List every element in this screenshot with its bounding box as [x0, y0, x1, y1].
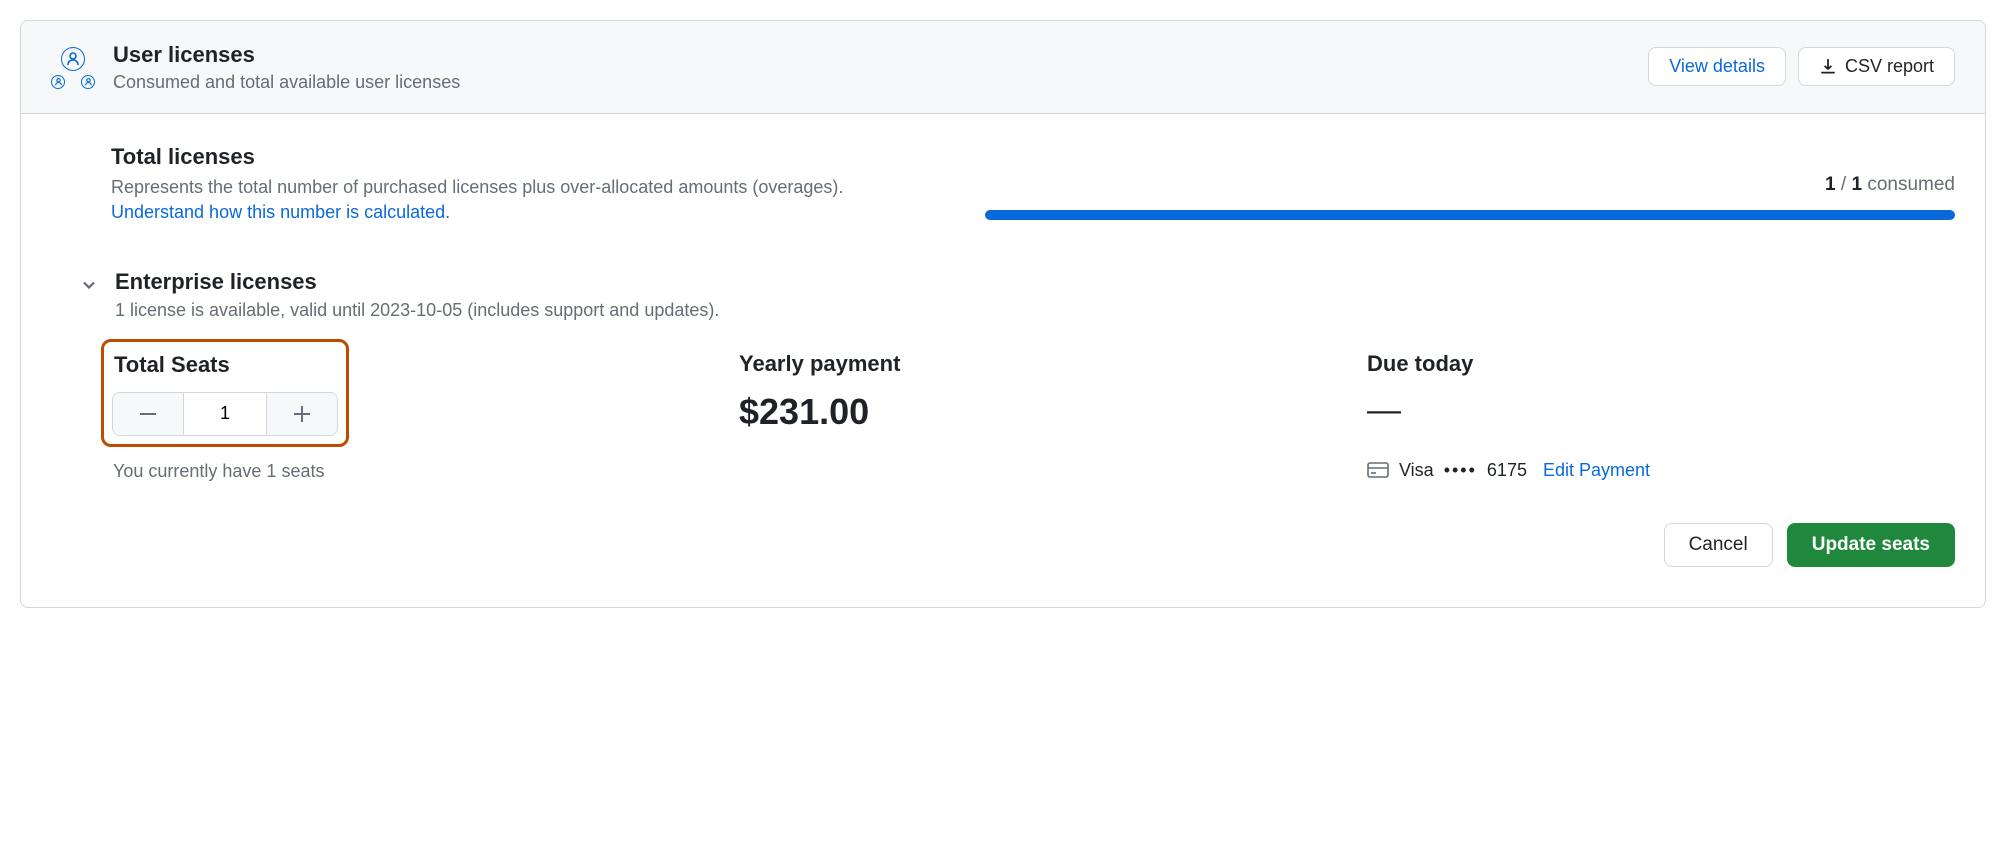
yearly-payment-amount: $231.00: [739, 391, 1327, 433]
plus-icon: [294, 406, 310, 422]
understand-calculation-link[interactable]: Understand how this number is calculated…: [111, 202, 450, 223]
consumed-progress-bar: [985, 210, 1955, 220]
consumed-total: 1: [1851, 174, 1862, 195]
enterprise-title: Enterprise licenses: [115, 269, 719, 295]
total-licenses-section: Total licenses Represents the total numb…: [51, 144, 1955, 223]
total-seats-highlight: Total Seats: [101, 339, 349, 447]
panel-header: User licenses Consumed and total availab…: [21, 21, 1985, 114]
consumed-suffix: consumed: [1867, 174, 1955, 195]
download-icon: [1819, 58, 1837, 76]
view-details-button[interactable]: View details: [1648, 47, 1786, 86]
user-licenses-panel: User licenses Consumed and total availab…: [20, 20, 1986, 608]
update-seats-button[interactable]: Update seats: [1787, 523, 1955, 567]
total-licenses-title: Total licenses: [111, 144, 965, 170]
panel-title: User licenses: [113, 41, 1630, 70]
panel-body: Total licenses Represents the total numb…: [21, 114, 1985, 607]
card-brand: Visa: [1399, 460, 1434, 481]
csv-report-label: CSV report: [1845, 56, 1934, 77]
enterprise-description: 1 license is available, valid until 2023…: [115, 297, 719, 323]
yearly-payment-title: Yearly payment: [739, 351, 1327, 377]
increment-button[interactable]: [267, 393, 337, 435]
enterprise-licenses-section: Enterprise licenses 1 license is availab…: [51, 269, 1955, 323]
consumed-label: 1 / 1 consumed: [985, 174, 1955, 196]
users-icon: [51, 45, 95, 89]
total-seats-title: Total Seats: [112, 352, 338, 378]
total-licenses-description: Represents the total number of purchased…: [111, 174, 965, 200]
panel-subtitle: Consumed and total available user licens…: [113, 72, 1630, 93]
payment-method-row: Visa •••• 6175 Edit Payment: [1367, 460, 1955, 481]
cancel-button[interactable]: Cancel: [1664, 523, 1773, 567]
action-buttons: Cancel Update seats: [1367, 523, 1955, 567]
seats-input[interactable]: [183, 393, 267, 435]
chevron-down-icon[interactable]: [79, 275, 99, 295]
card-last4: 6175: [1487, 460, 1527, 481]
edit-payment-link[interactable]: Edit Payment: [1543, 460, 1650, 481]
consumed-used: 1: [1825, 174, 1836, 195]
csv-report-button[interactable]: CSV report: [1798, 47, 1955, 86]
decrement-button[interactable]: [113, 393, 183, 435]
card-icon: [1367, 462, 1389, 478]
seats-stepper: [112, 392, 338, 436]
seat-pricing-columns: Total Seats You currently have 1 seats Y…: [51, 351, 1955, 567]
minus-icon: [140, 413, 156, 415]
due-today-amount: —: [1367, 391, 1955, 430]
seats-note: You currently have 1 seats: [111, 461, 699, 482]
card-dots: ••••: [1444, 460, 1477, 481]
due-today-title: Due today: [1367, 351, 1955, 377]
